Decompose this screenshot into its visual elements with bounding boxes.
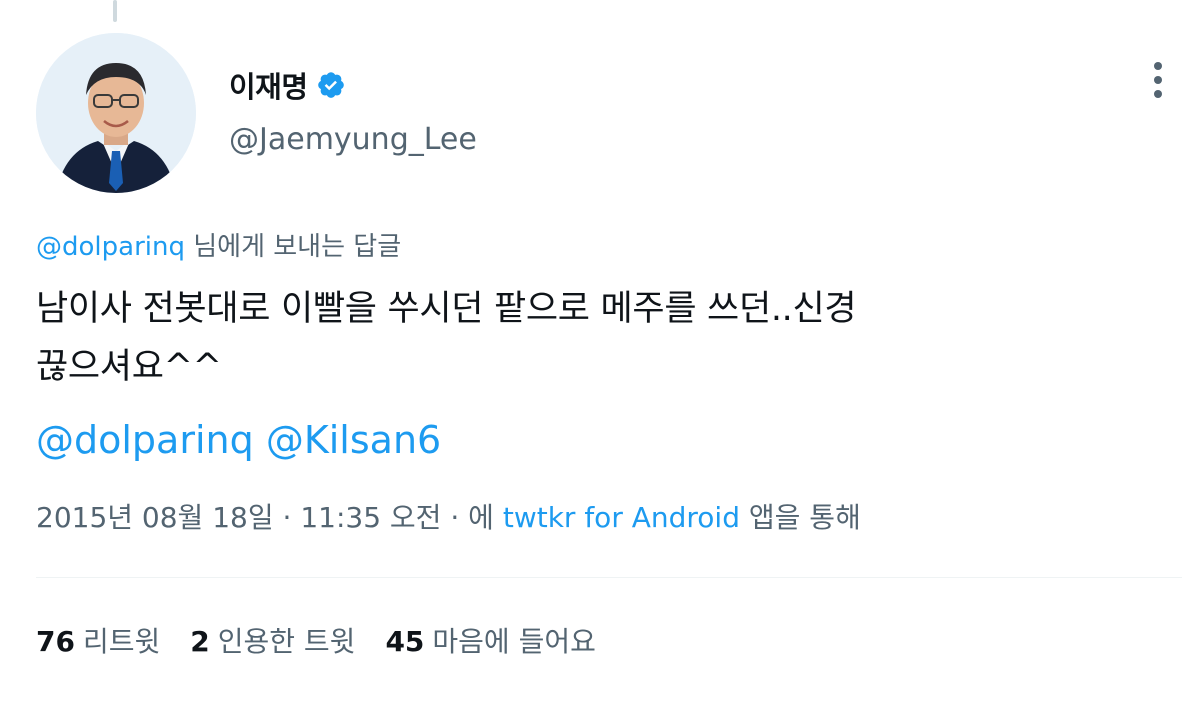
reply-to-handle-link[interactable]: @dolparinq <box>36 232 185 262</box>
thread-connector-line <box>113 0 117 22</box>
tweet-time[interactable]: 11:35 오전 <box>300 501 441 534</box>
tweet-mentions: @dolparinq @Kilsan6 <box>36 418 441 462</box>
divider <box>36 577 1182 578</box>
meta-separator: · <box>282 501 292 534</box>
mention-link-dolparinq[interactable]: @dolparinq <box>36 418 254 462</box>
tweet-metadata: 2015년 08월 18일 · 11:35 오전 · 에 twtkr for A… <box>36 496 861 536</box>
quotes-stat[interactable]: 2 인용한 트윗 <box>190 620 355 660</box>
likes-stat[interactable]: 45 마음에 들어요 <box>385 620 595 660</box>
tweet-body: 남이사 전봇대로 이빨을 쑤시던 팥으로 메주를 쓰던..신경 끊으셔요^^ <box>36 280 1166 396</box>
author-display-name[interactable]: 이재명 <box>229 64 308 106</box>
source-app-link[interactable]: twtkr for Android <box>503 501 740 534</box>
more-options-icon[interactable] <box>1143 58 1173 102</box>
verified-badge-icon <box>317 72 344 98</box>
likes-count: 45 <box>385 625 425 658</box>
reply-context: @dolparinq 님에게 보내는 답글 <box>36 226 401 263</box>
author-handle[interactable]: @Jaemyung_Lee <box>229 122 477 157</box>
engagement-stats: 76 리트윗 2 인용한 트윗 45 마음에 들어요 <box>36 620 626 660</box>
via-prefix: 에 <box>468 501 494 534</box>
tweet-text-line-1: 남이사 전봇대로 이빨을 쑤시던 팥으로 메주를 쓰던..신경 <box>36 289 857 329</box>
retweets-stat[interactable]: 76 리트윗 <box>36 620 160 660</box>
retweets-label: 리트윗 <box>82 625 161 658</box>
tweet-text-line-2: 끊으셔요^^ <box>36 347 222 387</box>
quotes-label: 인용한 트윗 <box>217 625 356 658</box>
tweet-date[interactable]: 2015년 08월 18일 <box>36 501 274 534</box>
via-suffix: 앱을 통해 <box>748 501 861 534</box>
likes-label: 마음에 들어요 <box>432 625 596 658</box>
author-name-row[interactable]: 이재명 <box>229 60 346 110</box>
reply-to-suffix: 님에게 보내는 답글 <box>193 232 402 262</box>
quotes-count: 2 <box>190 625 210 658</box>
meta-separator: · <box>450 501 460 534</box>
retweets-count: 76 <box>36 625 75 658</box>
mention-link-kilsan6[interactable]: @Kilsan6 <box>266 418 441 462</box>
author-avatar[interactable] <box>36 33 196 193</box>
